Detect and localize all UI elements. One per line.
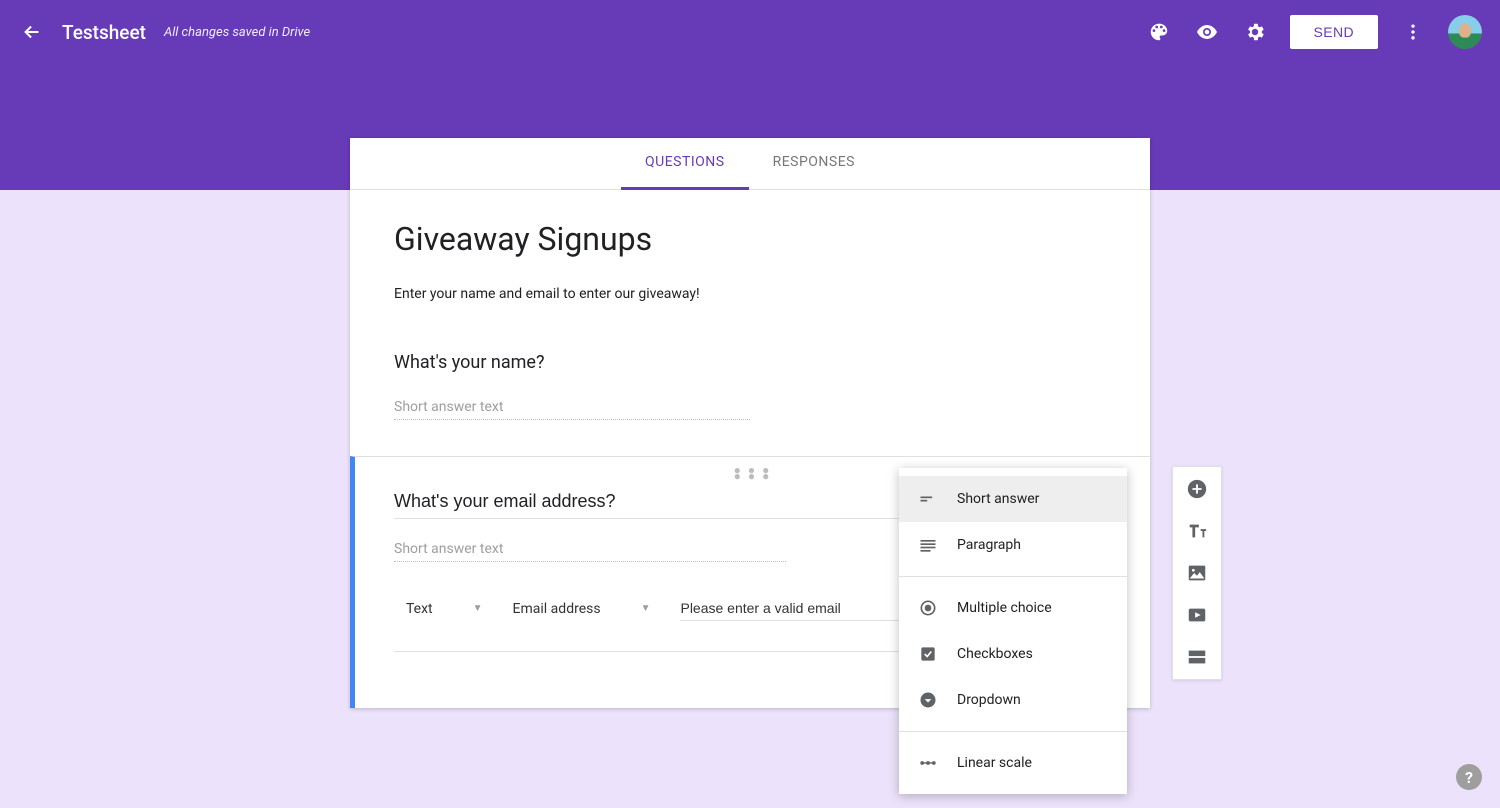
question-block-1[interactable]: What's your name? Short answer text xyxy=(394,352,1106,446)
preview-button[interactable] xyxy=(1194,19,1220,45)
menu-item-paragraph[interactable]: Paragraph xyxy=(899,522,1127,568)
menu-label: Checkboxes xyxy=(957,646,1033,662)
topbar-right: SEND xyxy=(1146,15,1483,49)
add-video-button[interactable] xyxy=(1185,603,1209,627)
validation-subtype-value: Email address xyxy=(513,601,601,617)
back-button[interactable] xyxy=(18,18,46,46)
validation-subtype-select[interactable]: Email address ▼ xyxy=(513,601,651,617)
gear-icon xyxy=(1244,21,1266,43)
menu-item-checkboxes[interactable]: Checkboxes xyxy=(899,631,1127,677)
add-section-button[interactable] xyxy=(1185,645,1209,669)
topbar: Testsheet All changes saved in Drive SEN… xyxy=(0,0,1500,64)
chevron-down-icon: ▼ xyxy=(473,603,483,614)
drag-handle-icon[interactable]: ● ● ●● ● ● xyxy=(734,467,772,479)
tabs: QUESTIONS RESPONSES xyxy=(350,138,1150,190)
eye-icon xyxy=(1195,20,1219,44)
more-button[interactable] xyxy=(1400,19,1426,45)
tab-questions[interactable]: QUESTIONS xyxy=(621,138,749,189)
side-toolbar xyxy=(1172,466,1222,680)
video-icon xyxy=(1186,604,1208,626)
menu-label: Paragraph xyxy=(957,537,1021,553)
add-title-button[interactable] xyxy=(1185,519,1209,543)
section-icon xyxy=(1186,646,1208,668)
settings-button[interactable] xyxy=(1242,19,1268,45)
arrow-left-icon xyxy=(21,21,43,43)
add-question-button[interactable] xyxy=(1185,477,1209,501)
paragraph-icon xyxy=(917,534,939,556)
linear-scale-icon xyxy=(917,752,939,774)
menu-divider xyxy=(899,576,1127,577)
menu-item-linear-scale[interactable]: Linear scale xyxy=(899,740,1127,786)
add-image-button[interactable] xyxy=(1185,561,1209,585)
validation-type-value: Text xyxy=(406,601,433,617)
radio-icon xyxy=(917,597,939,619)
menu-item-dropdown[interactable]: Dropdown xyxy=(899,677,1127,723)
form-title[interactable]: Giveaway Signups xyxy=(394,220,1106,258)
plus-circle-icon xyxy=(1186,478,1208,500)
chevron-down-icon: ▼ xyxy=(641,603,651,614)
question-type-menu: Short answer Paragraph Multiple choice C… xyxy=(899,468,1127,794)
question-1-title: What's your name? xyxy=(394,352,1106,373)
theme-button[interactable] xyxy=(1146,19,1172,45)
image-icon xyxy=(1186,562,1208,584)
menu-divider xyxy=(899,731,1127,732)
save-status: All changes saved in Drive xyxy=(164,25,310,40)
account-avatar[interactable] xyxy=(1448,15,1482,49)
send-button[interactable]: SEND xyxy=(1290,15,1379,49)
dropdown-icon xyxy=(917,689,939,711)
help-button[interactable]: ? xyxy=(1456,764,1482,790)
short-answer-icon xyxy=(917,488,939,510)
menu-label: Short answer xyxy=(957,491,1039,507)
menu-item-multiple-choice[interactable]: Multiple choice xyxy=(899,585,1127,631)
validation-error-text-input[interactable] xyxy=(680,596,900,621)
form-description[interactable]: Enter your name and email to enter our g… xyxy=(394,286,1106,302)
question-1-answer-placeholder: Short answer text xyxy=(394,399,750,420)
question-2-answer-placeholder: Short answer text xyxy=(394,541,786,562)
tab-responses[interactable]: RESPONSES xyxy=(749,138,879,189)
document-title[interactable]: Testsheet xyxy=(62,21,146,44)
form-header-block[interactable]: Giveaway Signups Enter your name and ema… xyxy=(350,190,1150,456)
menu-label: Dropdown xyxy=(957,692,1021,708)
more-vert-icon xyxy=(1403,22,1423,42)
validation-type-select[interactable]: Text ▼ xyxy=(406,601,483,617)
text-icon xyxy=(1186,520,1208,542)
checkbox-icon xyxy=(917,643,939,665)
menu-label: Multiple choice xyxy=(957,600,1052,616)
help-icon: ? xyxy=(1465,768,1473,787)
menu-item-short-answer[interactable]: Short answer xyxy=(899,476,1127,522)
palette-icon xyxy=(1148,21,1170,43)
menu-label: Linear scale xyxy=(957,755,1032,771)
